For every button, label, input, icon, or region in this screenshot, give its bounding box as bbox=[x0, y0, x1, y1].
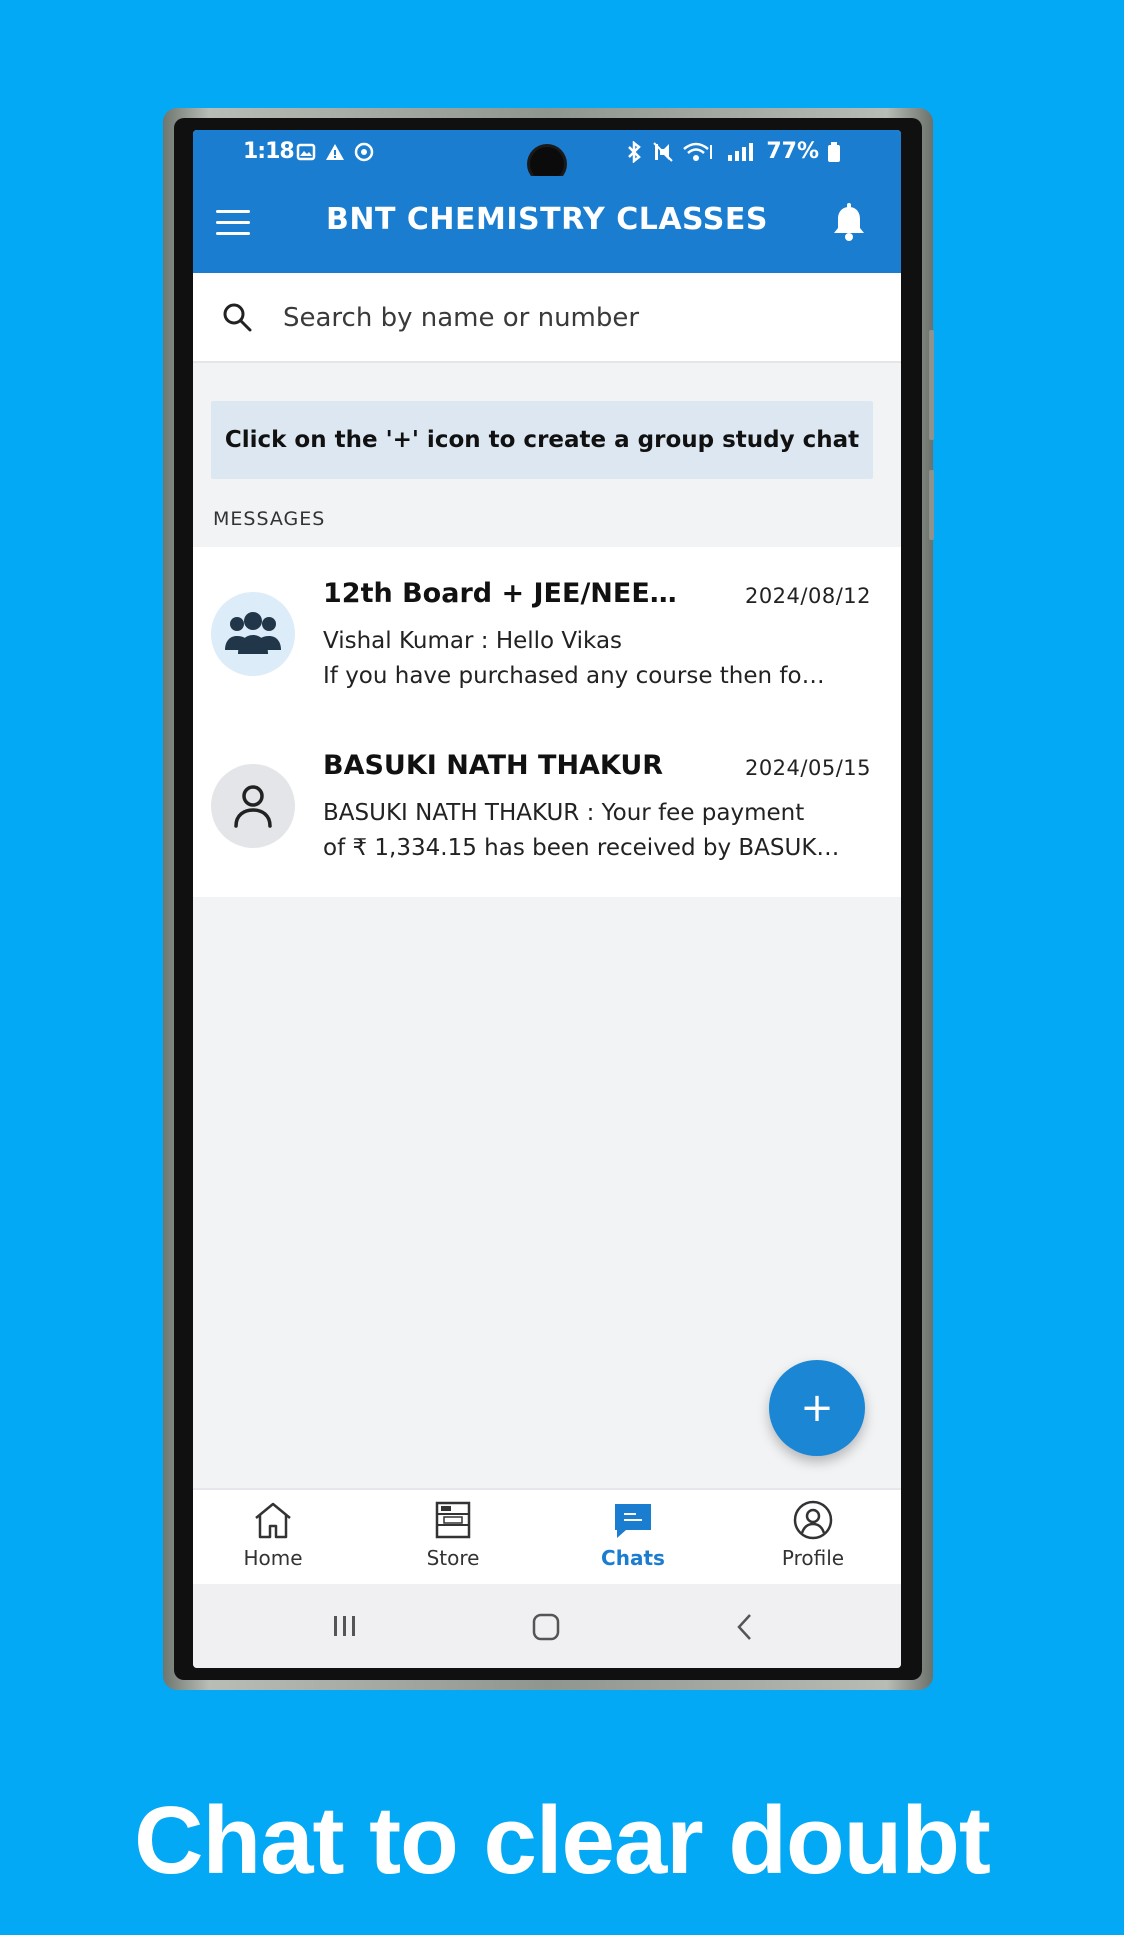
profile-icon bbox=[793, 1500, 833, 1540]
bluetooth-icon bbox=[628, 140, 642, 163]
warning-icon bbox=[326, 144, 344, 160]
chat-date: 2024/08/12 bbox=[744, 584, 871, 608]
chat-name: 12th Board + JEE/NEE… bbox=[323, 578, 677, 609]
status-bar: 1:18 77% bbox=[193, 130, 901, 181]
nav-home[interactable]: Home bbox=[213, 1500, 333, 1570]
person-icon bbox=[234, 785, 272, 828]
app-title: BNT CHEMISTRY CLASSES bbox=[325, 202, 769, 237]
promo-caption: Chat to clear doubt bbox=[134, 1787, 991, 1894]
phone-side-button bbox=[929, 470, 934, 540]
person-avatar bbox=[211, 764, 295, 848]
mute-icon bbox=[653, 141, 674, 162]
nav-store[interactable]: Store bbox=[393, 1500, 513, 1570]
group-avatar bbox=[211, 592, 295, 676]
group-chat-hint-banner: Click on the '+' icon to create a group … bbox=[211, 401, 873, 479]
search-bar bbox=[193, 273, 901, 363]
chat-preview-text: of ₹ 1,334.15 has been received by BASUK… bbox=[323, 835, 840, 861]
chat-preview-sender: BASUKI NATH THAKUR : Your fee payment bbox=[323, 800, 805, 826]
status-system-icons: 77% bbox=[624, 139, 841, 164]
back-icon[interactable] bbox=[733, 1612, 757, 1642]
nav-profile[interactable]: Profile bbox=[753, 1500, 873, 1570]
nav-label: Profile bbox=[781, 1546, 845, 1570]
search-input[interactable] bbox=[281, 295, 865, 341]
nav-label: Chats bbox=[601, 1546, 665, 1570]
chat-preview-sender: Vishal Kumar : Hello Vikas bbox=[323, 628, 623, 654]
phone-screen: 1:18 77% BNT CHEMISTRY CLASSES Search by… bbox=[193, 130, 901, 1668]
chat-row-group[interactable]: 12th Board + JEE/NEE… 2024/08/12 Vishal … bbox=[193, 547, 901, 719]
signal-icon bbox=[728, 142, 754, 161]
gallery-icon bbox=[296, 143, 316, 161]
wifi-icon bbox=[683, 142, 713, 161]
status-notification-icons bbox=[296, 142, 374, 162]
nav-label: Store bbox=[426, 1546, 480, 1570]
chat-icon bbox=[615, 1504, 651, 1538]
battery-percent: 77% bbox=[766, 139, 819, 164]
group-icon bbox=[225, 612, 281, 654]
notification-bell-icon[interactable] bbox=[830, 203, 868, 243]
app-bar: BNT CHEMISTRY CLASSES bbox=[193, 176, 901, 273]
nav-label: Home bbox=[243, 1546, 303, 1570]
sync-icon bbox=[354, 142, 374, 162]
chat-row-direct[interactable]: BASUKI NATH THAKUR 2024/05/15 BASUKI NAT… bbox=[193, 719, 901, 891]
store-icon bbox=[435, 1501, 471, 1539]
home-button-icon[interactable] bbox=[530, 1612, 562, 1642]
chat-name: BASUKI NATH THAKUR bbox=[323, 750, 664, 781]
battery-icon bbox=[828, 141, 840, 162]
status-time: 1:18 bbox=[243, 139, 295, 164]
phone-side-button bbox=[929, 330, 934, 440]
chat-preview-text: If you have purchased any course then fo… bbox=[323, 663, 825, 689]
nav-chats[interactable]: Chats bbox=[573, 1500, 693, 1570]
chat-date: 2024/05/15 bbox=[744, 756, 871, 780]
recent-apps-icon[interactable] bbox=[330, 1612, 360, 1640]
home-icon bbox=[255, 1502, 291, 1539]
message-list: 12th Board + JEE/NEE… 2024/08/12 Vishal … bbox=[193, 547, 901, 897]
messages-section-label: MESSAGES bbox=[213, 508, 326, 530]
system-nav-bar bbox=[193, 1584, 901, 1668]
create-group-button[interactable]: + bbox=[769, 1360, 865, 1456]
search-icon bbox=[223, 303, 252, 332]
bottom-nav: Home Store Chats Profile bbox=[193, 1488, 901, 1586]
